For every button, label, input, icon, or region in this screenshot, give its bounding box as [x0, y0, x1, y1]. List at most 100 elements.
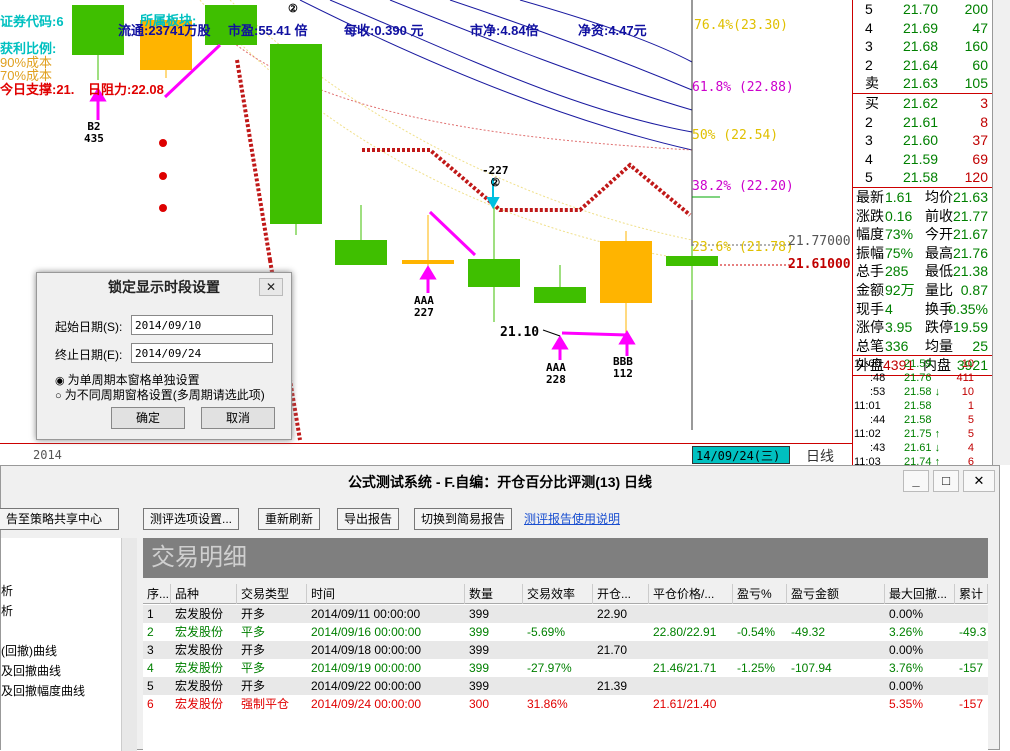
table-cell: 2014/09/19 00:00:00 [311, 661, 422, 675]
stat-row: 涨停 3.95 跌停 19.59 [853, 318, 992, 337]
table-cell: -107.94 [791, 661, 832, 675]
pb-ratio: 市净:4.84倍 [470, 23, 539, 38]
table-cell: 5 [147, 679, 154, 693]
period-label[interactable]: 日线 [806, 446, 834, 466]
table-row[interactable]: 5 宏发股份 开多 2014/09/22 00:00:00 399 21.39 0.00% [143, 677, 988, 695]
column-header[interactable]: 时间 [307, 584, 465, 604]
tick-time: 11:01 [854, 400, 881, 412]
stat-value: 4 [885, 300, 893, 317]
tree-item[interactable]: 析 [1, 582, 13, 599]
table-cell: 开多 [241, 679, 266, 693]
buy-row: 5 21.58 120 [853, 168, 992, 187]
table-cell: 宏发股份 [175, 697, 224, 711]
ok-button[interactable]: 确定 [111, 407, 185, 429]
quote-volume: 200 [964, 1, 988, 17]
right-toolbar[interactable] [992, 0, 1010, 465]
table-cell: 0.00% [889, 643, 924, 657]
tree-item[interactable]: (回撤)曲线 [1, 642, 57, 659]
tree-item[interactable]: 析 [1, 602, 13, 619]
stat-value: 25 [972, 337, 988, 354]
table-cell [523, 641, 593, 659]
buy-row: 2 21.61 8 [853, 113, 992, 132]
radio-multi[interactable]: ○ 为不同周期窗格设置(多周期请选此项) [55, 386, 265, 403]
table-row[interactable]: 2 宏发股份 平多 2014/09/16 00:00:00 399 -5.69% 22.80… [143, 623, 988, 641]
table-cell: 21.70 [597, 643, 628, 657]
table-row[interactable]: 4 宏发股份 平多 2014/09/19 00:00:00 399 -27.97% 21.4… [143, 659, 988, 677]
quote-level: 买 [865, 94, 879, 111]
maximize-icon[interactable]: □ [933, 470, 959, 492]
table-row[interactable]: 3 宏发股份 开多 2014/09/18 00:00:00 399 21.70 0.00% [143, 641, 988, 659]
column-header[interactable]: 序... [143, 584, 171, 604]
table-cell: -5.69% [527, 625, 566, 639]
cancel-button[interactable]: 取消 [201, 407, 275, 429]
export-button[interactable]: 导出报告 [337, 508, 400, 530]
tick-volume: 5 [967, 428, 974, 440]
column-header[interactable]: 盈亏% [733, 584, 787, 604]
options-button[interactable]: 测评选项设置... [143, 508, 240, 530]
tick-price: 21.61 ↓ [904, 442, 941, 454]
stat-value: 75% [885, 244, 914, 261]
stat-value: 21.63 [952, 188, 988, 205]
quote-price: 21.70 [903, 1, 939, 17]
table-cell: 5.35% [889, 697, 924, 711]
table-cell: -157 [959, 661, 984, 675]
column-header[interactable]: 交易效率 [523, 584, 593, 604]
table-cell: 3.26% [889, 625, 924, 639]
nav: 净资:4.47元 [578, 23, 647, 38]
sell-row: 卖 21.63 105 [853, 74, 992, 93]
close-icon[interactable]: ✕ [259, 278, 283, 296]
column-header[interactable]: 累计 [955, 584, 988, 604]
minimize-icon[interactable]: _ [903, 470, 929, 492]
table-cell [523, 677, 593, 695]
share-button[interactable]: 告至策略共享中心 [0, 508, 119, 530]
stat-value: 19.59 [952, 319, 988, 336]
column-header[interactable]: 开仓... [593, 584, 649, 604]
sell-row: 5 21.70 200 [853, 0, 992, 19]
stat-label: 均量 [925, 337, 953, 354]
column-header[interactable]: 交易类型 [237, 584, 307, 604]
column-header[interactable]: 品种 [171, 584, 237, 604]
column-header[interactable]: 平仓价格/... [649, 584, 733, 604]
quote-price: 21.64 [903, 56, 939, 73]
stat-label: 最高 [925, 244, 953, 261]
stat-label: 均价 [925, 188, 953, 205]
sell-row: 2 21.64 60 [853, 56, 992, 75]
end-date-input[interactable] [131, 343, 273, 363]
refresh-button[interactable]: 重新刷新 [258, 508, 321, 530]
table-row[interactable]: 1 宏发股份 开多 2014/09/11 00:00:00 399 22.90 0.00% [143, 605, 988, 623]
red-dots [159, 139, 167, 212]
tick-time: 11:00 [854, 358, 881, 370]
help-link[interactable]: 测评报告使用说明 [524, 510, 620, 527]
table-cell [787, 695, 885, 713]
start-date-input[interactable] [131, 315, 273, 335]
table-cell: 开多 [241, 607, 266, 621]
stat-value: 285 [885, 263, 909, 280]
column-header[interactable]: 盈亏金额 [787, 584, 885, 604]
close-icon[interactable]: ✕ [963, 470, 995, 492]
tree-item[interactable]: 及回撤幅度曲线 [1, 682, 85, 699]
stat-value: 336 [885, 337, 909, 354]
tree-scrollbar[interactable] [121, 538, 137, 751]
column-header[interactable]: 最大回撤... [885, 584, 955, 604]
tick-volume: 10 [961, 386, 974, 398]
stat-value: 0.35% [948, 300, 988, 317]
stat-label: 涨跌 [856, 207, 884, 224]
stat-row: 总笔 336 均量 25 [853, 337, 992, 356]
column-header[interactable]: 数量 [465, 584, 523, 604]
tick-row: 11:00 21.59 10 [852, 357, 992, 371]
table-cell [733, 677, 787, 695]
year-label: 2014 [33, 448, 62, 462]
table-cell [649, 641, 733, 659]
date-bar: 2014 14/09/24(三) 日线 [0, 443, 852, 465]
tick-volume: 4 [967, 442, 974, 454]
table-cell: 399 [469, 643, 490, 657]
table-cell [733, 605, 787, 623]
quote-level: 卖 [865, 75, 879, 92]
simple-report-button[interactable]: 切换到简易报告 [414, 508, 513, 530]
stat-value: 0.87 [960, 281, 988, 298]
table-cell: -1.25% [737, 661, 776, 675]
tree-item[interactable]: 及回撤曲线 [1, 662, 61, 679]
table-row[interactable]: 6 宏发股份 强制平仓 2014/09/24 00:00:00 300 31.86% 21.… [143, 695, 988, 713]
tick-volume: 1 [967, 400, 974, 412]
code-label: 证券代码:6 [0, 14, 64, 29]
